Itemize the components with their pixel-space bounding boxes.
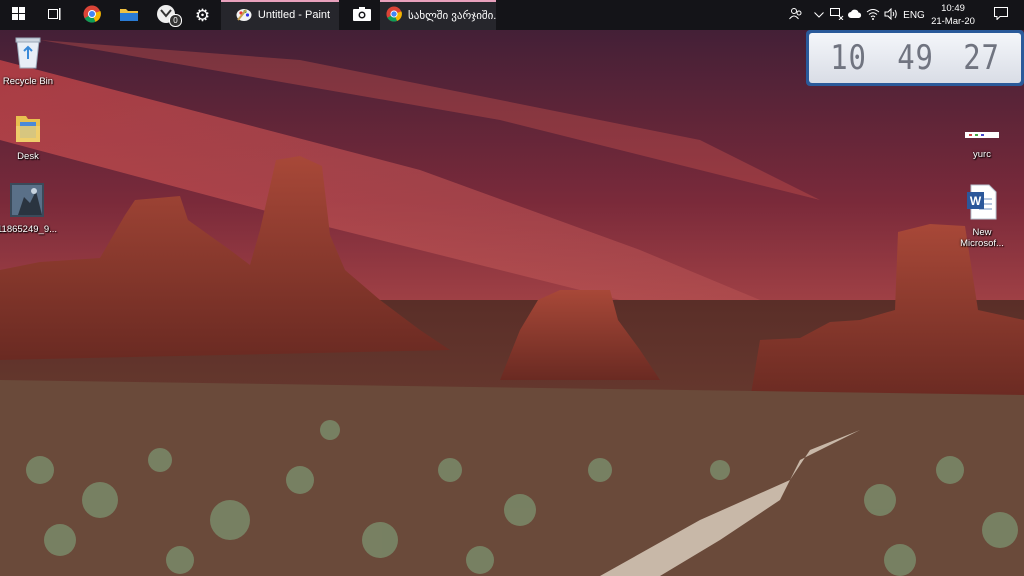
people-icon [789, 7, 803, 24]
taskbar: 0 ⚙ Untitled - Paint სახლში ვარჯიში... E… [0, 0, 1024, 30]
chrome-icon [386, 5, 402, 25]
svg-text:W: W [970, 194, 982, 208]
desktop-icon-recycle-bin[interactable]: Recycle Bin [0, 35, 58, 87]
cloud-icon [848, 9, 862, 21]
recycle-bin-icon [13, 35, 43, 74]
desktop-icon-label: Desk [17, 151, 39, 162]
system-tray: ENG 10:49 21-Mar-20 [782, 0, 1024, 30]
chevron-up-icon [814, 10, 824, 21]
folder-icon [119, 7, 138, 24]
desktop-icon-word-document[interactable]: W New Microsof... [952, 184, 1012, 249]
desktop-icon-yurc[interactable]: yurc [952, 128, 1012, 160]
camera-icon [352, 6, 371, 24]
desktop-icon-desk[interactable]: Desk [0, 112, 58, 162]
gear-icon: ⚙ [194, 5, 211, 25]
app-badge-button[interactable]: 0 [147, 0, 184, 30]
clock-date: 21-Mar-20 [931, 16, 975, 27]
clock-time: 10:49 [941, 3, 965, 14]
desktop-icon-image-file[interactable]: 11865249_9... [0, 183, 57, 235]
taskbar-app-label: სახლში ვარჯიში... [408, 9, 496, 22]
windows-logo-icon [11, 7, 25, 23]
network-status-button[interactable] [828, 0, 846, 30]
network-disconnected-icon [830, 7, 844, 23]
taskbar-app-label: Untitled - Paint [257, 9, 331, 21]
task-view-button[interactable] [36, 0, 73, 30]
chrome-icon [83, 5, 101, 26]
taskbar-app-paint[interactable]: Untitled - Paint [221, 0, 339, 30]
clock-widget-face: 10 49 27 [809, 33, 1021, 83]
chrome-taskbar-button[interactable] [73, 0, 110, 30]
onedrive-button[interactable] [846, 0, 864, 30]
wifi-button[interactable] [864, 0, 882, 30]
speaker-icon [884, 7, 898, 23]
settings-button[interactable]: ⚙ [184, 0, 221, 30]
desktop-wallpaper [0, 0, 1024, 576]
camera-button[interactable] [343, 0, 380, 30]
desktop-icon-label: 11865249_9... [0, 224, 58, 235]
digital-clock-widget[interactable]: 10 49 27 [806, 30, 1024, 86]
clock-widget-hours: 10 [830, 38, 867, 78]
action-center-button[interactable] [978, 0, 1024, 30]
taskbar-app-chrome[interactable]: სახლში ვარჯიში... [380, 0, 496, 30]
file-explorer-button[interactable] [110, 0, 147, 30]
language-indicator[interactable]: ENG [900, 0, 928, 30]
wifi-icon [866, 8, 880, 23]
clock-widget-minutes: 49 [896, 38, 934, 78]
notification-icon [994, 7, 1008, 23]
notification-badge: 0 [169, 14, 182, 27]
desktop-icon-label: Recycle Bin [2, 76, 54, 87]
clock-widget-seconds: 27 [963, 38, 1000, 78]
desktop-icon-label: New Microsof... [960, 227, 1004, 249]
paint-icon [236, 6, 252, 25]
image-file-icon [10, 183, 44, 222]
file-icon [965, 128, 999, 147]
volume-button[interactable] [882, 0, 900, 30]
desktop-icon-label: yurc [973, 149, 991, 160]
taskbar-clock[interactable]: 10:49 21-Mar-20 [928, 0, 978, 30]
task-view-icon [47, 7, 62, 23]
show-hidden-icons-button[interactable] [810, 0, 828, 30]
word-document-icon: W [967, 184, 997, 225]
folder-icon [14, 112, 42, 149]
start-button[interactable] [0, 0, 36, 30]
people-button[interactable] [782, 0, 810, 30]
